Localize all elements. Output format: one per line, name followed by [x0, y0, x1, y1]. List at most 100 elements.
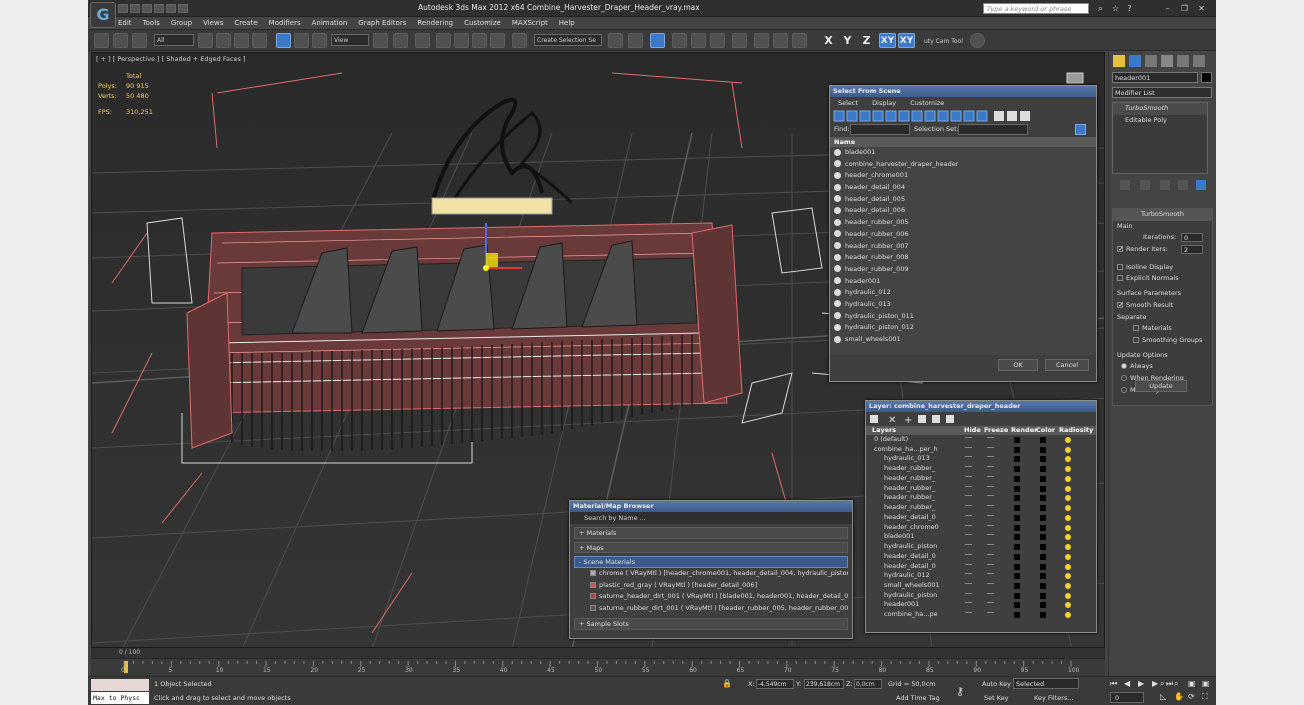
menu-customize[interactable]: Customize — [910, 99, 944, 107]
camera-tool-icon[interactable] — [970, 33, 985, 48]
menu-create[interactable]: Create — [234, 17, 257, 29]
rectangle-region-icon[interactable] — [234, 33, 249, 48]
freeze-toggle[interactable] — [987, 573, 994, 575]
materials-checkbox[interactable] — [1133, 325, 1139, 332]
radiosity-bulb-icon[interactable] — [1065, 553, 1071, 560]
time-slider[interactable]: 0 / 100 — [91, 648, 1105, 658]
col-render[interactable]: Render — [1011, 426, 1037, 435]
graphite-tools-icon[interactable] — [672, 33, 687, 48]
layer-row[interactable]: hydraulic_piston — [866, 542, 1096, 552]
col-freeze[interactable]: Freeze — [984, 426, 1008, 435]
render-toggle-icon[interactable] — [1014, 602, 1020, 609]
cam-tool-label[interactable]: uty Cam Tool — [924, 38, 963, 45]
layer-row[interactable]: blade001 — [866, 532, 1096, 542]
search-input[interactable]: Type a keyword or phrase — [983, 3, 1089, 14]
freeze-toggle[interactable] — [987, 544, 994, 546]
layer-color-swatch[interactable] — [1040, 612, 1046, 619]
list-item[interactable]: header_detail_006 — [830, 205, 1096, 217]
pivot-center-icon[interactable] — [373, 33, 388, 48]
render-toggle-icon[interactable] — [1014, 563, 1020, 570]
hierarchy-tab-icon[interactable] — [1145, 55, 1157, 67]
radiosity-bulb-icon[interactable] — [1065, 592, 1071, 599]
freeze-toggle[interactable] — [987, 446, 994, 448]
layer-color-swatch[interactable] — [1040, 514, 1046, 521]
freeze-toggle[interactable] — [987, 534, 994, 536]
radiosity-bulb-icon[interactable] — [1065, 612, 1071, 619]
materials-row[interactable]: Materials — [1113, 323, 1212, 335]
y-coordinate-field[interactable]: 239,618cm — [804, 679, 844, 689]
layer-color-swatch[interactable] — [1040, 456, 1046, 463]
material-item[interactable]: plastic_red_gray ( VRayMtl ) [header_det… — [574, 580, 848, 592]
group-maps[interactable]: + Maps — [574, 541, 848, 554]
freeze-toggle[interactable] — [987, 495, 994, 497]
maximize-icon[interactable]: ❐ — [1179, 3, 1190, 14]
snaps-toggle-icon[interactable] — [436, 33, 451, 48]
render-setup-icon[interactable] — [754, 33, 769, 48]
isoline-checkbox[interactable] — [1117, 263, 1123, 270]
view-cube[interactable] — [1066, 72, 1084, 84]
radiosity-bulb-icon[interactable] — [1065, 437, 1071, 443]
key-filters-button[interactable]: Key Filters... — [1034, 694, 1074, 702]
render-toggle-icon[interactable] — [1014, 514, 1020, 521]
hide-toggle[interactable] — [965, 456, 972, 458]
list-item[interactable]: hydraulic_piston_012 — [830, 322, 1096, 334]
rollout-title[interactable]: TurboSmooth — [1113, 209, 1212, 221]
update-button[interactable]: Update — [1135, 380, 1187, 392]
layer-row[interactable]: hydraulic_piston — [866, 591, 1096, 601]
layer-color-swatch[interactable] — [1040, 553, 1046, 560]
hide-toggle[interactable] — [965, 475, 972, 477]
freeze-toggle[interactable] — [987, 612, 994, 614]
menu-animation[interactable]: Animation — [312, 17, 348, 29]
binoculars-icon[interactable]: ⌕ — [1095, 3, 1106, 14]
render-toggle-icon[interactable] — [1014, 485, 1020, 492]
scale-icon[interactable] — [312, 33, 327, 48]
render-toggle-icon[interactable] — [1014, 592, 1020, 599]
menu-graph-editors[interactable]: Graph Editors — [358, 17, 406, 29]
hide-toggle[interactable] — [965, 544, 972, 546]
percent-snap-icon[interactable] — [472, 33, 487, 48]
axis-xy-cycle-button[interactable]: XY — [898, 33, 915, 48]
layer-row[interactable]: header_rubber_ — [866, 474, 1096, 484]
options-icon[interactable] — [1075, 124, 1086, 135]
hide-toggle[interactable] — [965, 495, 972, 497]
layer-color-swatch[interactable] — [1040, 583, 1046, 590]
freeze-toggle[interactable] — [987, 553, 994, 555]
zoom-extents-icon[interactable]: ▣ — [1188, 679, 1196, 688]
list-item[interactable]: combine_harvester_draper_header — [830, 159, 1096, 171]
radiosity-bulb-icon[interactable] — [1065, 475, 1071, 482]
list-item[interactable]: header_rubber_007 — [830, 241, 1096, 253]
pan-icon[interactable]: ✋ — [1174, 692, 1184, 701]
layer-row[interactable]: combine_ha...pe — [866, 610, 1096, 620]
play-icon[interactable]: ▶ — [1138, 679, 1144, 688]
list-item[interactable]: header001 — [830, 276, 1096, 288]
redo-icon[interactable] — [166, 4, 176, 13]
render-toggle-icon[interactable] — [1014, 466, 1020, 473]
freeze-toggle[interactable] — [987, 592, 994, 594]
object-color-swatch[interactable] — [1201, 72, 1212, 83]
field-of-view-icon[interactable]: ◺ — [1160, 692, 1166, 701]
layer-color-swatch[interactable] — [1040, 544, 1046, 551]
list-item[interactable]: hydraulic_012 — [830, 287, 1096, 299]
layer-toolbar-icons[interactable]: ✕ + — [866, 412, 966, 426]
list-item[interactable]: header_rubber_006 — [830, 229, 1096, 241]
layer-color-swatch[interactable] — [1040, 573, 1046, 580]
render-iters-checkbox[interactable] — [1117, 244, 1124, 256]
hide-toggle[interactable] — [965, 505, 972, 507]
radiosity-bulb-icon[interactable] — [1065, 573, 1071, 580]
menu-rendering[interactable]: Rendering — [417, 17, 453, 29]
list-item[interactable]: header_rubber_008 — [830, 252, 1096, 264]
group-sample-slots[interactable]: + Sample Slots — [574, 617, 848, 630]
isoline-row[interactable]: Isoline Display — [1113, 262, 1212, 274]
menu-edit[interactable]: Edit — [118, 17, 132, 29]
minimize-icon[interactable]: – — [1162, 3, 1173, 14]
hide-toggle[interactable] — [965, 534, 972, 536]
selection-filter-dropdown[interactable]: All — [154, 34, 194, 46]
menu-modifiers[interactable]: Modifiers — [269, 17, 301, 29]
keyboard-shortcut-icon[interactable] — [415, 33, 430, 48]
radiosity-bulb-icon[interactable] — [1065, 524, 1071, 531]
layer-row[interactable]: small_wheels001 — [866, 581, 1096, 591]
layer-row[interactable]: header_detail_0 — [866, 552, 1096, 562]
spinner-snap-icon[interactable] — [490, 33, 505, 48]
star-icon[interactable]: ☆ — [1110, 3, 1121, 14]
hide-toggle[interactable] — [965, 437, 972, 438]
